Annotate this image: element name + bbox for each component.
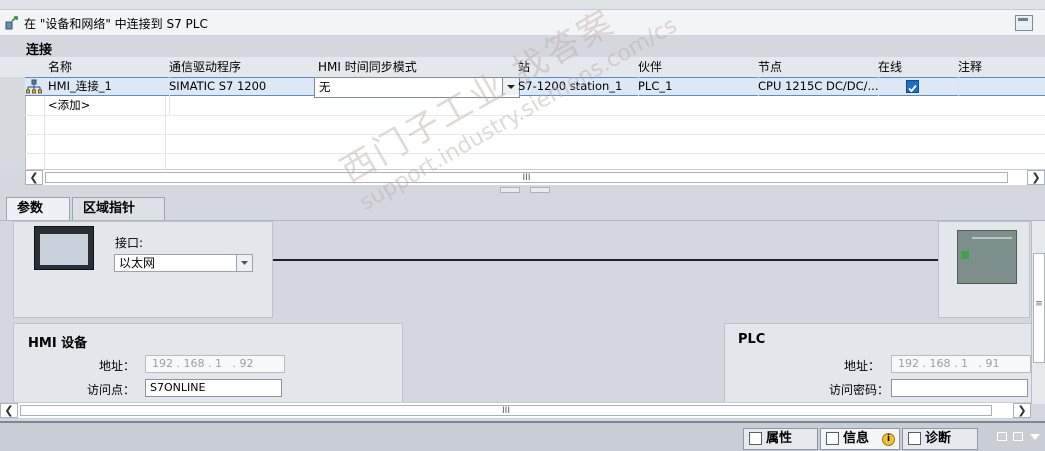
row-header[interactable] xyxy=(0,77,26,97)
scroll-right-icon[interactable]: ❯ xyxy=(1013,403,1031,418)
table-horizontal-scrollbar[interactable]: ❮ III ❯ xyxy=(25,169,1045,186)
interface-value: 以太网 xyxy=(119,256,156,270)
splitter-down-icon[interactable] xyxy=(530,187,550,193)
scrollbar-thumb[interactable]: III xyxy=(45,172,1008,183)
column-header-comment[interactable]: 注释 xyxy=(954,57,1045,78)
hmi-address-label: 地址： xyxy=(99,359,136,373)
tab-info[interactable]: 信息 i xyxy=(820,428,900,450)
add-row-cell[interactable]: <添加> xyxy=(44,96,170,115)
connect-plc-icon xyxy=(5,16,18,30)
params-vertical-scrollbar[interactable]: ≡ xyxy=(1031,221,1045,404)
cell-driver[interactable]: SIMATIC S7 1200 xyxy=(165,77,319,96)
params-horizontal-scrollbar[interactable]: ❮ III ❯ xyxy=(0,402,1031,419)
row-header xyxy=(0,134,26,154)
interface-label: 接口: xyxy=(115,236,144,250)
inspector-status-bar: 属性 信息 i 诊断 xyxy=(0,421,1045,451)
table-corner xyxy=(0,57,26,78)
row-divider xyxy=(25,115,1045,116)
column-header-name[interactable]: 名称 xyxy=(44,57,170,78)
tab-bar: 参数 区域指针 xyxy=(0,194,1045,221)
plc-cpu-icon xyxy=(957,230,1017,284)
cell-station[interactable]: S7-1200 station_1 xyxy=(514,77,639,96)
top-strip xyxy=(0,0,1045,10)
cell-comment[interactable] xyxy=(954,77,1045,96)
row-header xyxy=(0,115,26,135)
properties-label: 属性 xyxy=(766,431,793,446)
online-checkbox[interactable] xyxy=(906,80,919,93)
plc-title: PLC xyxy=(738,332,766,347)
plc-address-field: 192 . 168 . 1 . 91 xyxy=(891,355,1031,373)
access-password-label: 访问密码： xyxy=(829,383,890,397)
maximize-panel-icon[interactable] xyxy=(1015,15,1033,31)
chevron-down-icon[interactable] xyxy=(1029,432,1041,441)
access-point-label: 访问点： xyxy=(87,383,136,397)
hmi-panel-icon xyxy=(34,226,94,270)
plc-address-label: 地址： xyxy=(844,359,881,373)
splitter-up-icon[interactable] xyxy=(500,187,520,193)
cell-node[interactable]: CPU 1215C DC/DC/... xyxy=(754,77,879,96)
scroll-left-icon[interactable]: ❮ xyxy=(25,170,43,185)
info-tab-icon xyxy=(826,432,839,445)
window-restore-icon[interactable] xyxy=(997,432,1007,441)
diagnostics-label: 诊断 xyxy=(925,431,952,446)
sync-mode-value: 无 xyxy=(319,80,331,94)
column-header-online[interactable]: 在线 xyxy=(874,57,959,78)
cell-name[interactable]: HMI_连接_1 xyxy=(44,77,170,96)
hmi-address-field: 192 . 168 . 1 . 92 xyxy=(145,355,285,373)
network-line xyxy=(273,259,938,261)
hmi-interface-box: 接口: 以太网 xyxy=(13,221,273,318)
column-header-station[interactable]: 站 xyxy=(514,57,639,78)
window-title: 在 "设备和网络" 中连接到 S7 PLC xyxy=(24,17,208,31)
tab-area-pointer[interactable]: 区域指针 xyxy=(72,197,165,220)
info-icon: i xyxy=(882,433,895,446)
info-label: 信息 xyxy=(843,431,870,446)
scrollbar-thumb[interactable]: III xyxy=(20,405,992,416)
scroll-right-icon[interactable]: ❯ xyxy=(1027,170,1045,185)
section-title: 连接 xyxy=(26,43,53,58)
sync-mode-dropdown[interactable]: 无 xyxy=(314,77,520,98)
plc-device-box: PLC 地址： 192 . 168 . 1 . 91 访问密码： xyxy=(724,323,1045,404)
column-header-blank xyxy=(25,57,45,78)
hmi-device-box: HMI 设备 地址： 192 . 168 . 1 . 92 访问点： S7ONL… xyxy=(13,323,403,404)
tab-properties[interactable]: 属性 xyxy=(743,428,818,450)
window-menu-icon[interactable] xyxy=(1013,432,1023,441)
scroll-left-icon[interactable]: ❮ xyxy=(0,403,18,418)
column-divider xyxy=(165,96,166,169)
section-header: 连接 xyxy=(0,37,1045,58)
properties-icon xyxy=(749,432,762,445)
parameters-panel: 接口: 以太网 HMI 设备 地址： 192 . 168 . 1 . 92 访问… xyxy=(0,220,1045,404)
diagnostics-icon xyxy=(908,432,921,445)
hmi-device-title: HMI 设备 xyxy=(28,336,88,351)
row-header xyxy=(0,153,26,169)
cell-partner[interactable]: PLC_1 xyxy=(634,77,759,96)
title-bar: 在 "设备和网络" 中连接到 S7 PLC xyxy=(0,10,1045,36)
interface-select[interactable]: 以太网 xyxy=(114,254,253,272)
tab-diagnostics[interactable]: 诊断 xyxy=(902,428,978,450)
chevron-down-icon[interactable] xyxy=(236,255,252,271)
row-divider xyxy=(25,153,1045,154)
column-divider xyxy=(44,96,45,169)
connection-icon xyxy=(26,79,42,94)
access-point-input[interactable]: S7ONLINE xyxy=(145,379,282,397)
cell-online[interactable] xyxy=(874,77,959,96)
tab-params[interactable]: 参数 xyxy=(6,197,70,221)
row-header[interactable] xyxy=(0,96,26,116)
column-header-partner[interactable]: 伙伴 xyxy=(634,57,759,78)
row-divider xyxy=(25,134,1045,135)
plc-interface-box xyxy=(938,221,1030,318)
scrollbar-thumb[interactable]: ≡ xyxy=(1033,253,1045,363)
panel-splitter[interactable] xyxy=(0,185,1045,194)
column-header-sync-mode[interactable]: HMI 时间同步模式 xyxy=(314,57,519,78)
column-header-node[interactable]: 节点 xyxy=(754,57,879,78)
access-password-input[interactable] xyxy=(891,379,1028,397)
column-header-driver[interactable]: 通信驱动程序 xyxy=(165,57,319,78)
connections-table: 名称 通信驱动程序 HMI 时间同步模式 站 伙伴 节点 在线 注释 HMI_连… xyxy=(0,57,1045,169)
